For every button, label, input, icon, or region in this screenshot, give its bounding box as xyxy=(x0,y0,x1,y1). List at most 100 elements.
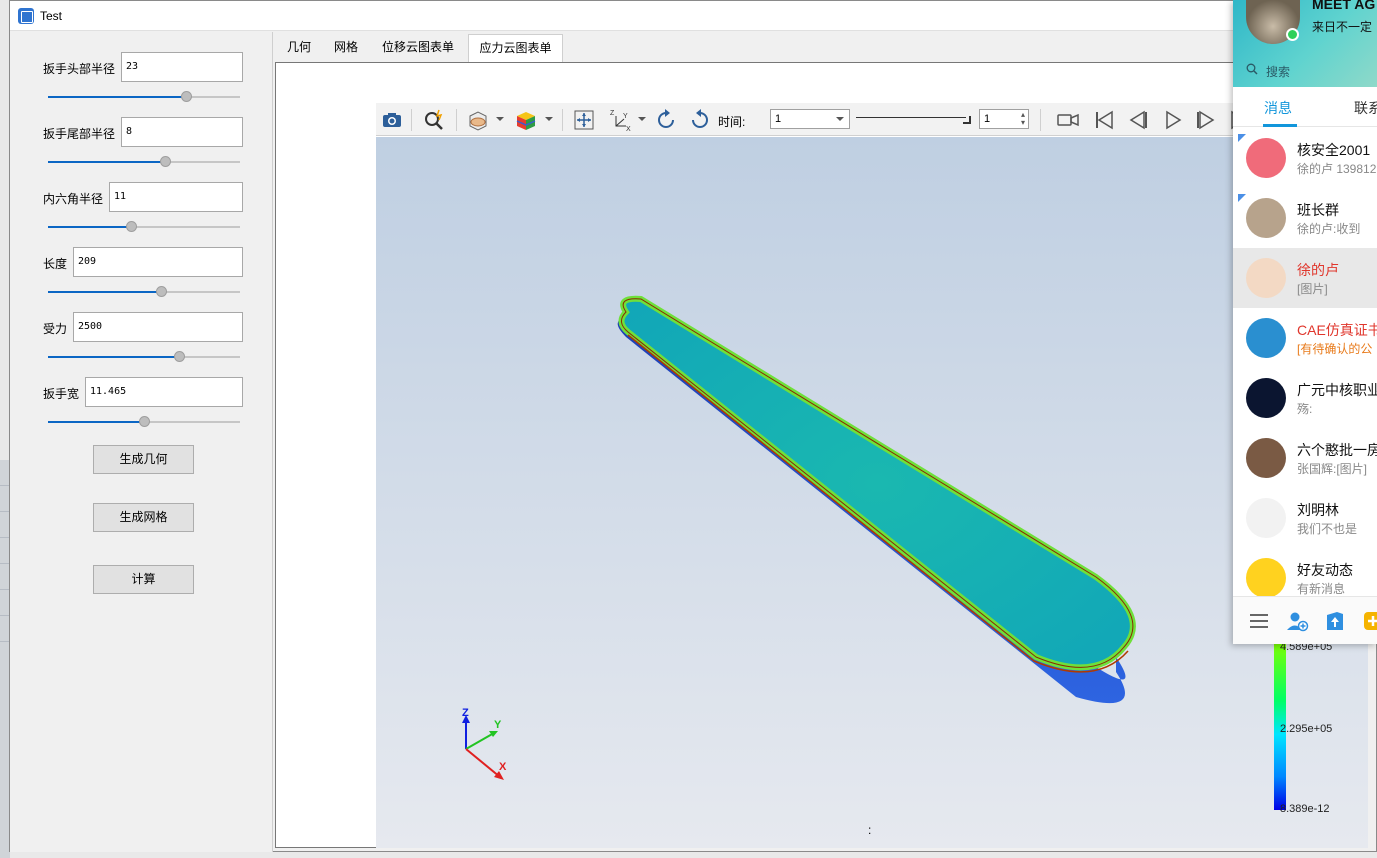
chevron-down-icon[interactable] xyxy=(545,117,553,121)
conversation-preview: 有新消息 xyxy=(1297,582,1346,596)
avatar[interactable] xyxy=(1246,558,1286,598)
tab-contacts[interactable]: 联系 xyxy=(1354,98,1377,118)
conversation-name: 核安全2001 xyxy=(1297,142,1371,158)
pinned-corner-icon xyxy=(1238,194,1246,202)
qq-signature[interactable]: 来日不一定 xyxy=(1312,18,1372,35)
play-icon[interactable] xyxy=(1160,108,1184,132)
menu-icon[interactable] xyxy=(1247,609,1271,633)
qq-header: MEET AG 来日不一定 搜索 xyxy=(1233,0,1377,87)
force-input[interactable]: 2500 xyxy=(73,312,243,342)
conversation-item[interactable]: CAE仿真证书 [有待确认的公 xyxy=(1233,308,1377,368)
render-view[interactable]: Z Y X 4.589e+05 2.295e+05 8.389e-12 : xyxy=(376,137,1368,848)
tab-messages[interactable]: 消息 xyxy=(1264,98,1292,118)
time-slider[interactable] xyxy=(856,115,974,125)
generate-geometry-button[interactable]: 生成几何 xyxy=(93,445,194,474)
conversation-item[interactable]: 六个憨批一房 张国辉:[图片] xyxy=(1233,428,1377,488)
conversation-name: 好友动态 xyxy=(1297,562,1353,578)
param-label: 长度 xyxy=(43,257,68,271)
length-slider[interactable] xyxy=(48,286,240,298)
record-video-icon[interactable] xyxy=(1056,108,1080,132)
head-radius-slider[interactable] xyxy=(48,91,240,103)
chevron-down-icon[interactable] xyxy=(496,117,504,121)
conversation-name: 刘明林 xyxy=(1297,502,1339,518)
conversation-item[interactable]: 核安全2001 徐的卢 139812 xyxy=(1233,128,1377,188)
tail-radius-input[interactable]: 8 xyxy=(121,117,243,147)
slider-thumb[interactable] xyxy=(181,91,193,102)
first-frame-icon[interactable] xyxy=(1092,108,1116,132)
toolbar-separator xyxy=(562,109,563,131)
conversation-name: 班长群 xyxy=(1297,202,1339,218)
next-frame-icon[interactable] xyxy=(1194,108,1218,132)
compute-button[interactable]: 计算 xyxy=(93,565,194,594)
width-input[interactable]: 11.465 xyxy=(85,377,243,407)
avatar[interactable] xyxy=(1246,318,1286,358)
previous-frame-icon[interactable] xyxy=(1126,108,1150,132)
generate-mesh-button[interactable]: 生成网格 xyxy=(93,503,194,532)
avatar[interactable] xyxy=(1246,438,1286,478)
head-radius-input[interactable]: 23 xyxy=(121,52,243,82)
param-label: 扳手头部半径 xyxy=(43,62,116,76)
hex-radius-input[interactable]: 11 xyxy=(109,182,243,212)
param-label: 扳手宽 xyxy=(43,387,80,401)
tab-displacement[interactable]: 位移云图表单 xyxy=(370,34,466,62)
conversation-item[interactable]: 刘明林 我们不也是 xyxy=(1233,488,1377,548)
axes-orientation-icon[interactable]: Z YX xyxy=(608,108,632,132)
app-center-icon[interactable] xyxy=(1361,609,1377,633)
rotate-cw-icon[interactable] xyxy=(654,108,678,132)
conversation-name: 六个憨批一房 xyxy=(1297,442,1377,458)
file-transfer-icon[interactable] xyxy=(1323,609,1347,633)
clip-plane-icon[interactable] xyxy=(466,108,490,132)
fit-view-icon[interactable] xyxy=(572,108,596,132)
rotate-ccw-icon[interactable] xyxy=(688,108,712,132)
probe-search-icon[interactable] xyxy=(422,108,446,132)
axis-y-label: Y xyxy=(494,719,502,731)
active-tab-indicator xyxy=(1263,124,1297,127)
hex-radius-slider[interactable] xyxy=(48,221,240,233)
tab-stress[interactable]: 应力云图表单 xyxy=(468,34,563,62)
conversation-preview: 张国辉:[图片] xyxy=(1297,462,1368,476)
app-icon xyxy=(18,8,34,24)
conversation-item[interactable]: 广元中核职业 殇: xyxy=(1233,368,1377,428)
conversation-preview: 徐的卢 139812 xyxy=(1297,162,1377,176)
force-slider[interactable] xyxy=(48,351,240,363)
search-icon xyxy=(1246,63,1258,75)
conversation-preview: 殇: xyxy=(1297,402,1313,416)
conversation-item[interactable]: 班长群徐的卢:收到 xyxy=(1233,188,1377,248)
slider-thumb[interactable] xyxy=(139,416,150,427)
tab-mesh[interactable]: 网格 xyxy=(324,34,368,62)
param-label: 内六角半径 xyxy=(43,192,104,206)
camera-snapshot-icon[interactable] xyxy=(380,108,404,132)
step-spinbox[interactable]: 1 xyxy=(979,109,1029,129)
avatar[interactable] xyxy=(1246,378,1286,418)
colored-cube-icon[interactable] xyxy=(514,108,538,132)
slider-thumb[interactable] xyxy=(160,156,172,167)
conversation-name: 徐的卢 xyxy=(1297,262,1339,278)
conversation-preview: 徐的卢:收到 xyxy=(1297,222,1361,236)
3d-viewer: ZYX 时间: 1 1 xyxy=(376,103,1368,848)
search-input[interactable]: 搜索 xyxy=(1266,63,1290,80)
avatar[interactable] xyxy=(1246,498,1286,538)
slider-thumb[interactable] xyxy=(963,116,971,124)
length-input[interactable]: 209 xyxy=(73,247,243,277)
qq-bottom-bar xyxy=(1233,596,1377,644)
tail-radius-slider[interactable] xyxy=(48,156,240,168)
conversation-item[interactable]: 徐的卢 [图片] xyxy=(1233,248,1377,308)
qq-nickname: MEET AG xyxy=(1312,0,1376,12)
slider-thumb[interactable] xyxy=(125,221,137,232)
param-label: 受力 xyxy=(43,322,68,336)
add-contact-icon[interactable] xyxy=(1285,609,1309,633)
pinned-corner-icon xyxy=(1238,134,1246,142)
avatar[interactable] xyxy=(1246,258,1286,298)
axis-x-label: X xyxy=(499,761,507,773)
chevron-down-icon[interactable] xyxy=(638,117,646,121)
slider-thumb[interactable] xyxy=(173,351,185,362)
width-slider[interactable] xyxy=(48,416,240,428)
tab-geometry[interactable]: 几何 xyxy=(276,34,322,62)
avatar[interactable] xyxy=(1246,138,1286,178)
avatar[interactable] xyxy=(1246,198,1286,238)
conversation-preview: [图片] xyxy=(1297,282,1328,296)
toolbar-separator xyxy=(1040,109,1041,131)
time-select[interactable]: 1 xyxy=(770,109,850,129)
svg-text:Z: Z xyxy=(610,110,615,117)
slider-thumb[interactable] xyxy=(156,286,168,297)
